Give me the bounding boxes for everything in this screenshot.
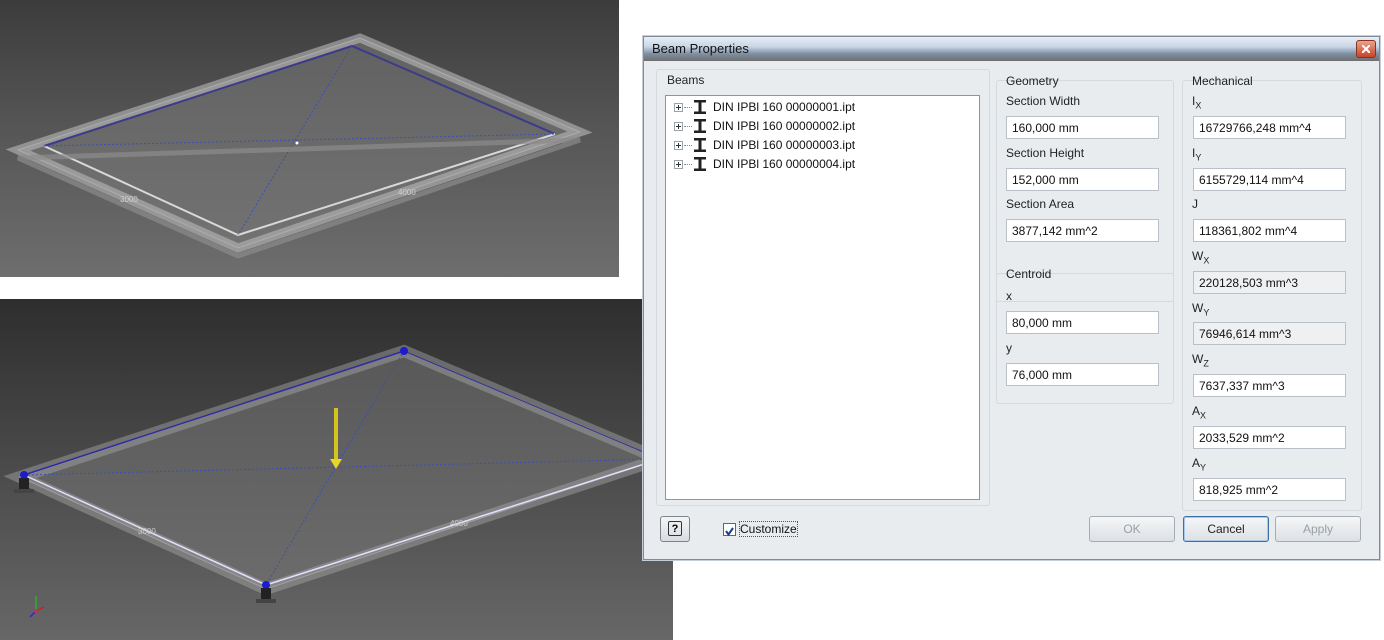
close-button[interactable]: [1356, 40, 1376, 58]
ix-field[interactable]: 16729766,248 mm^4: [1193, 116, 1346, 139]
beam-item-label: DIN IPBl 160 00000004.ipt: [713, 157, 856, 171]
expand-icon[interactable]: [674, 102, 683, 112]
section-height-label: Section Height: [1006, 146, 1085, 160]
ay-field[interactable]: 818,925 mm^2: [1193, 478, 1346, 501]
j-field[interactable]: 118361,802 mm^4: [1193, 219, 1346, 242]
wy-field: 76946,614 mm^3: [1193, 322, 1346, 345]
i-beam-icon: [694, 157, 706, 171]
expand-icon[interactable]: [674, 140, 683, 150]
section-area-label: Section Area: [1006, 197, 1075, 211]
wx-label: WX: [1192, 249, 1210, 266]
section-area-field[interactable]: 3877,142 mm^2: [1006, 219, 1159, 242]
help-icon: ?: [668, 521, 682, 536]
cancel-button[interactable]: Cancel: [1183, 516, 1269, 542]
wy-label: WY: [1192, 301, 1210, 318]
beam-item-label: DIN IPBl 160 00000001.ipt: [713, 100, 856, 114]
centroid-x-label: x: [1006, 289, 1012, 303]
dimension-label-4000: 4000: [450, 519, 468, 528]
i-beam-icon: [694, 119, 706, 133]
iy-label: IY: [1192, 146, 1202, 163]
frame-model-bottom: 3000 4000: [3, 344, 673, 618]
section-height-field[interactable]: 152,000 mm: [1006, 168, 1159, 191]
beam-tree-item[interactable]: DIN IPBl 160 00000004.ipt: [674, 155, 855, 173]
j-label: J: [1192, 197, 1198, 211]
i-beam-icon: [694, 100, 706, 114]
ok-button[interactable]: OK: [1089, 516, 1175, 542]
iy-field[interactable]: 6155729,114 mm^4: [1193, 168, 1346, 191]
dialog-titlebar[interactable]: Beam Properties: [644, 37, 1379, 61]
beam-tree-item[interactable]: DIN IPBl 160 00000003.ipt: [674, 136, 855, 154]
dimension-label-3000: 3000: [120, 195, 138, 204]
dimension-label-3000: 3000: [138, 527, 156, 536]
centroid-group-label: Centroid: [1006, 267, 1052, 281]
geometry-group-label: Geometry: [1006, 74, 1059, 88]
i-beam-icon: [694, 138, 706, 152]
centroid-y-field[interactable]: 76,000 mm: [1006, 363, 1159, 386]
wx-field: 220128,503 mm^3: [1193, 271, 1346, 294]
customize-checkbox[interactable]: [723, 523, 736, 537]
wz-label: WZ: [1192, 352, 1209, 369]
ax-field[interactable]: 2033,529 mm^2: [1193, 426, 1346, 449]
customize-label[interactable]: Customize: [739, 521, 798, 537]
ix-label: IX: [1192, 94, 1202, 111]
beams-group-label: Beams: [667, 73, 705, 87]
expand-icon[interactable]: [674, 159, 683, 169]
apply-button[interactable]: Apply: [1275, 516, 1361, 542]
ay-label: AY: [1192, 456, 1207, 473]
ax-label: AX: [1192, 404, 1207, 421]
model-viewport-top[interactable]: 3000 4000: [0, 0, 619, 277]
centroid-x-field[interactable]: 80,000 mm: [1006, 311, 1159, 334]
beams-tree[interactable]: DIN IPBl 160 00000001.ipt DIN IPBl 160 0…: [665, 95, 980, 500]
dialog-title: Beam Properties: [652, 41, 749, 56]
beam-tree-item[interactable]: DIN IPBl 160 00000001.ipt: [674, 98, 855, 116]
axis-triad-icon: [29, 596, 45, 618]
beam-item-label: DIN IPBl 160 00000002.ipt: [713, 119, 856, 133]
model-viewport-bottom[interactable]: 3000 4000: [0, 299, 673, 640]
frame-model-top: 3000 4000: [5, 33, 593, 259]
mechanical-group-label: Mechanical: [1192, 74, 1253, 88]
expand-icon[interactable]: [674, 121, 683, 131]
beam-properties-dialog: Beam Properties Beams DIN IPBl 160 00000…: [643, 36, 1380, 560]
checkmark-icon: [725, 527, 734, 537]
section-width-field[interactable]: 160,000 mm: [1006, 116, 1159, 139]
help-button[interactable]: ?: [660, 516, 690, 542]
dimension-label-4000: 4000: [398, 188, 416, 197]
beam-item-label: DIN IPBl 160 00000003.ipt: [713, 138, 856, 152]
close-icon: [1362, 45, 1370, 53]
centroid-y-label: y: [1006, 341, 1012, 355]
section-width-label: Section Width: [1006, 94, 1081, 108]
beam-tree-item[interactable]: DIN IPBl 160 00000002.ipt: [674, 117, 855, 135]
wz-field[interactable]: 7637,337 mm^3: [1193, 374, 1346, 397]
